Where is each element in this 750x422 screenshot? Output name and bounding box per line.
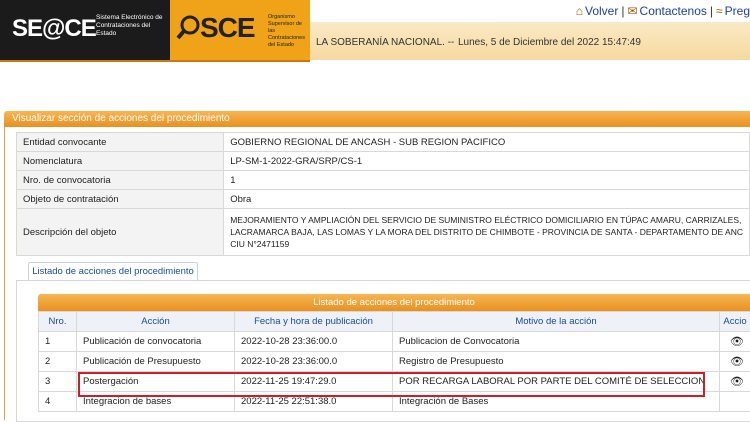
- info-label: Objeto de contratación: [17, 190, 224, 209]
- info-value: 1: [224, 171, 750, 190]
- column-header-accion: Acción: [77, 312, 235, 332]
- top-link-bar: ⌂Volver|✉Contactenos|≈Preg: [310, 0, 750, 20]
- actions-list-title: Listado de acciones del procedimiento: [38, 294, 750, 311]
- info-label: Entidad convocante: [17, 133, 224, 152]
- news-marquee: LA SOBERANÍA NACIONAL. -- Lunes, 5 de Di…: [310, 22, 750, 60]
- table-row: 3 Postergación 2022-11-25 19:47:29.0 POR…: [39, 372, 750, 392]
- table-row: 1 Publicación de convocatoria 2022-10-28…: [39, 332, 750, 352]
- info-value: LP-SM-1-2022-GRA/SRP/CS-1: [224, 152, 750, 171]
- info-label: Descripción del objeto: [17, 209, 224, 256]
- description-line: LACRAMARCA BAJA, LAS LOMAS Y LA MORA DEL…: [230, 226, 743, 238]
- column-header-acciones: Accio: [720, 312, 750, 332]
- cell-nro: 1: [39, 332, 77, 352]
- description-line: MEJORAMIENTO Y AMPLIACIÓN DEL SERVICIO D…: [230, 214, 743, 226]
- info-row: Nomenclatura LP-SM-1-2022-GRA/SRP/CS-1: [17, 152, 750, 171]
- volver-link[interactable]: Volver: [585, 4, 618, 18]
- cell-fecha: 2022-10-28 23:36:00.0: [235, 332, 393, 352]
- cell-nro: 3: [39, 372, 77, 392]
- link-separator: |: [621, 4, 624, 18]
- cell-nro: 4: [39, 392, 77, 412]
- osce-logo-text: SCE: [200, 12, 255, 44]
- info-row: Entidad convocante GOBIERNO REGIONAL DE …: [17, 133, 750, 152]
- marquee-text: LA SOBERANÍA NACIONAL. --: [316, 37, 454, 48]
- cell-accion: Integracion de bases: [77, 392, 235, 412]
- current-datetime: Lunes, 5 de Diciembre del 2022 15:47:49: [458, 37, 641, 48]
- actions-table: Nro. Acción Fecha y hora de publicación …: [38, 311, 750, 412]
- preguntas-link[interactable]: Preg: [725, 4, 750, 18]
- cell-accion: Publicación de Presupuesto: [77, 352, 235, 372]
- column-header-fecha: Fecha y hora de publicación: [235, 312, 393, 332]
- view-eye-icon[interactable]: [720, 392, 750, 412]
- osce-logo-subtitle: Organismo Supervisor de las Contratacion…: [268, 14, 308, 49]
- view-eye-icon[interactable]: 👁: [720, 352, 750, 372]
- table-header-row: Nro. Acción Fecha y hora de publicación …: [39, 312, 750, 332]
- table-row: 2 Publicación de Presupuesto 2022-10-28 …: [39, 352, 750, 372]
- procedure-info-table: Entidad convocante GOBIERNO REGIONAL DE …: [16, 132, 750, 256]
- view-eye-icon[interactable]: 👁: [720, 332, 750, 352]
- info-value: Obra: [224, 190, 750, 209]
- info-row: Nro. de convocatoria 1: [17, 171, 750, 190]
- cell-fecha: 2022-11-25 22:51:38.0: [235, 392, 393, 412]
- magnifier-icon: [176, 14, 202, 40]
- info-label: Nro. de convocatoria: [17, 171, 224, 190]
- cell-accion: Postergación: [77, 372, 235, 392]
- cell-motivo: Registro de Presupuesto: [393, 352, 720, 372]
- seace-logo[interactable]: SE@CE Sistema Electrónico de Contratacio…: [0, 0, 170, 62]
- header: SE@CE Sistema Electrónico de Contratacio…: [0, 0, 750, 62]
- home-icon[interactable]: ⌂: [576, 4, 583, 18]
- view-eye-icon[interactable]: 👁: [720, 372, 750, 392]
- rss-icon[interactable]: ≈: [716, 4, 723, 18]
- cell-motivo: POR RECARGA LABORAL POR PARTE DEL COMITÉ…: [393, 372, 720, 392]
- cell-motivo: Integración de Bases: [393, 392, 720, 412]
- contactenos-link[interactable]: Contactenos: [640, 4, 707, 18]
- table-row: 4 Integracion de bases 2022-11-25 22:51:…: [39, 392, 750, 412]
- cell-fecha: 2022-10-28 23:36:00.0: [235, 352, 393, 372]
- column-header-nro: Nro.: [39, 312, 77, 332]
- info-value: GOBIERNO REGIONAL DE ANCASH - SUB REGION…: [224, 133, 750, 152]
- info-row: Objeto de contratación Obra: [17, 190, 750, 209]
- seace-logo-subtitle: Sistema Electrónico de Contrataciones de…: [96, 14, 166, 38]
- info-row-description: Descripción del objeto MEJORAMIENTO Y AM…: [17, 209, 750, 256]
- cell-accion: Publicación de convocatoria: [77, 332, 235, 352]
- cell-fecha: 2022-11-25 19:47:29.0: [235, 372, 393, 392]
- seace-logo-text: SE@CE: [12, 15, 96, 43]
- top-links: ⌂Volver|✉Contactenos|≈Preg: [576, 3, 750, 18]
- osce-logo[interactable]: SCE Organismo Supervisor de las Contrata…: [170, 0, 310, 62]
- description-line: CIU N°2471159: [230, 238, 743, 250]
- mail-icon[interactable]: ✉: [627, 4, 637, 18]
- cell-nro: 2: [39, 352, 77, 372]
- link-separator: |: [710, 4, 713, 18]
- panel-title: Visualizar sección de acciones del proce…: [4, 111, 750, 127]
- column-header-motivo: Motivo de la acción: [393, 312, 720, 332]
- tab-listado-acciones[interactable]: Listado de acciones del procedimiento: [28, 262, 198, 281]
- info-label: Nomenclatura: [17, 152, 224, 171]
- cell-motivo: Publicacion de Convocatoria: [393, 332, 720, 352]
- info-value: MEJORAMIENTO Y AMPLIACIÓN DEL SERVICIO D…: [224, 209, 750, 256]
